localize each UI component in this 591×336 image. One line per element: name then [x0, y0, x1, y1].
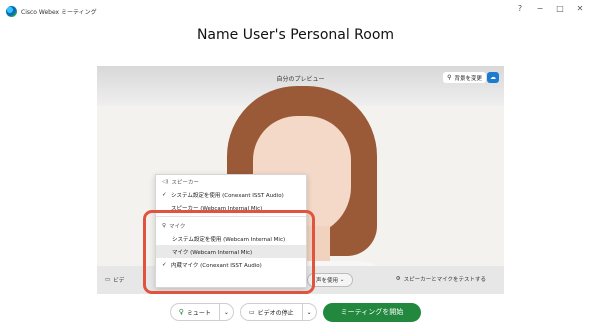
mic-option[interactable]: マイク (Webcam Internal Mic)	[156, 245, 306, 258]
audio-connection-button[interactable]: 声を使用 ⌄	[307, 273, 354, 287]
background-icon: ⚲	[447, 74, 452, 81]
speaker-option[interactable]: スピーカー (Webcam Internal Mic)	[156, 201, 306, 214]
cloud-icon: ☁	[490, 74, 496, 81]
mic-section-label: マイク	[169, 223, 186, 230]
window-controls: ? − □ ✕	[515, 4, 585, 13]
video-icon: ▭	[248, 308, 255, 316]
microphone-icon: ♀	[162, 222, 167, 229]
start-meeting-button[interactable]: ミーティングを開始	[322, 302, 422, 322]
chevron-down-icon: ⌄	[338, 277, 345, 283]
change-background-label: 背景を変更	[454, 75, 482, 82]
mic-option-label: 内蔵マイク (Conexant ISST Audio)	[171, 262, 262, 269]
microphone-icon: ♀	[178, 308, 184, 316]
speaker-section-label: スピーカー	[171, 179, 199, 186]
test-speaker-mic-link[interactable]: ⚙ スピーカーとマイクをテストする	[396, 275, 486, 283]
stop-video-main[interactable]: ▭ ビデオの停止	[241, 308, 302, 317]
test-speaker-mic-label: スピーカーとマイクをテストする	[403, 277, 486, 283]
mute-button[interactable]: ♀ ミュート ⌄	[169, 303, 234, 321]
mic-option-label: システム設定を使用 (Webcam Internal Mic)	[172, 236, 286, 243]
video-icon: ▭	[105, 277, 111, 283]
speaker-section-header: ◁) スピーカー	[156, 175, 306, 188]
stop-video-button[interactable]: ▭ ビデオの停止 ⌄	[239, 303, 317, 321]
room-title: Name User's Personal Room	[196, 27, 395, 43]
speaker-option-label: システム設定を使用 (Conexant ISST Audio)	[171, 192, 284, 199]
webex-logo-icon	[6, 5, 17, 17]
minimize-icon[interactable]: −	[535, 4, 545, 13]
help-icon[interactable]: ?	[515, 4, 525, 13]
video-settings[interactable]: ▭ ビデ	[105, 276, 124, 284]
change-background-button[interactable]: ⚲ 背景を変更	[443, 72, 486, 83]
speaker-option[interactable]: ✓ システム設定を使用 (Conexant ISST Audio)	[156, 188, 306, 201]
mic-option[interactable]: ✓ 内蔵マイク (Conexant ISST Audio)	[156, 258, 306, 271]
meeting-controls: ♀ ミュート ⌄ ▭ ビデオの停止 ⌄ ミーティングを開始	[0, 302, 591, 322]
video-settings-label: ビデ	[113, 278, 125, 284]
mute-options-chevron-icon[interactable]: ⌄	[218, 304, 233, 320]
title-bar: Cisco Webex ミーティング ? − □ ✕	[0, 0, 591, 22]
speaker-option-label: スピーカー (Webcam Internal Mic)	[171, 205, 263, 212]
menu-divider	[156, 216, 306, 217]
checkmark-icon: ✓	[162, 261, 167, 268]
app-title: Cisco Webex ミーティング	[21, 8, 97, 16]
video-options-chevron-icon[interactable]: ⌄	[301, 304, 316, 320]
audio-connection-label: 声を使用	[316, 278, 339, 284]
audio-device-menu: ◁) スピーカー ✓ システム設定を使用 (Conexant ISST Audi…	[155, 174, 307, 288]
gear-icon: ⚙	[395, 276, 401, 282]
mute-main[interactable]: ♀ ミュート	[171, 308, 219, 317]
mute-label: ミュート	[186, 309, 211, 317]
mic-option[interactable]: システム設定を使用 (Webcam Internal Mic)	[156, 232, 306, 245]
close-icon[interactable]: ✕	[575, 4, 585, 13]
mic-option-label: マイク (Webcam Internal Mic)	[172, 249, 253, 256]
blur-toggle-button[interactable]: ☁	[487, 72, 499, 83]
mic-section-header: ♀ マイク	[156, 219, 306, 232]
checkmark-icon: ✓	[162, 191, 167, 198]
maximize-icon[interactable]: □	[555, 4, 565, 13]
stop-video-label: ビデオの停止	[257, 309, 294, 317]
speaker-icon: ◁)	[162, 178, 169, 185]
